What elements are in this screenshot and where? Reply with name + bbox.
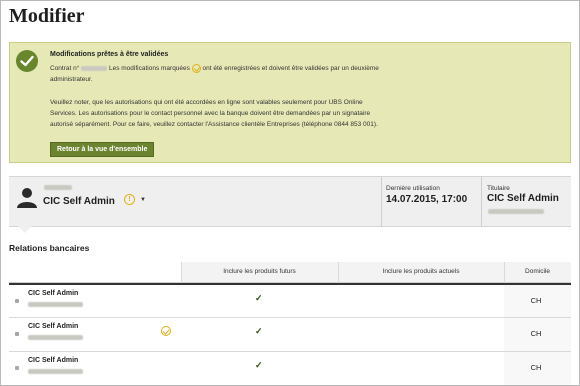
check-icon[interactable]: ✓ <box>255 293 263 304</box>
notice-disclaimer: Veuillez noter, que les autorisations qu… <box>50 97 470 130</box>
expand-icon[interactable] <box>15 366 19 370</box>
user-name[interactable]: CIC Self Admin <box>43 196 115 207</box>
check-icon[interactable]: ✓ <box>255 326 263 337</box>
success-notice: Modifications prêtes à être validées Con… <box>9 42 571 163</box>
table-header-future: Inclure les produits futurs <box>181 262 338 283</box>
last-use-value: 14.07.2015, 17:00 <box>386 194 468 205</box>
domicile-value: CH <box>530 296 542 305</box>
table-header-account <box>9 262 181 283</box>
table-header-domicile: Domicile <box>504 262 571 283</box>
column-separator <box>181 262 182 283</box>
expand-icon[interactable] <box>15 299 19 303</box>
domicile-value: CH <box>530 329 542 338</box>
person-icon <box>17 187 37 214</box>
column-separator <box>338 262 339 283</box>
check-icon <box>16 50 38 72</box>
check-icon[interactable]: ✓ <box>255 360 263 371</box>
user-id-redacted <box>44 185 72 190</box>
account-number-redacted <box>28 369 83 374</box>
holder-value: CIC Self Admin <box>487 193 559 204</box>
disclaimer-line3: autorisé séparément. Pour ce faire, veui… <box>50 121 378 128</box>
account-number-redacted <box>28 302 83 307</box>
warning-icon: ! <box>124 194 135 205</box>
contract-number-redacted <box>81 65 108 71</box>
holder-id-redacted <box>488 209 544 214</box>
pending-mark-icon <box>191 63 201 73</box>
table-row[interactable]: CIC Self Admin ✓ CH <box>9 351 571 385</box>
account-name: CIC Self Admin <box>28 323 79 330</box>
divider <box>481 177 482 226</box>
relations-table: Inclure les produits futurs Inclure les … <box>9 262 571 386</box>
notice-line1-end: ont été enregistrées et doivent être val… <box>202 65 379 72</box>
account-number-redacted <box>28 335 83 340</box>
holder-label: Titulaire <box>487 185 510 192</box>
marked-label: Les modifications marquées <box>108 65 190 72</box>
expand-icon[interactable] <box>15 332 19 336</box>
notice-line2: administrateur. <box>50 76 93 83</box>
table-row[interactable]: CIC Self Admin ✓ CH <box>9 317 571 351</box>
last-use-label: Dernière utilisation <box>386 185 440 192</box>
disclaimer-line2: Services. Les autorisations pour le cont… <box>50 110 371 117</box>
contract-label: Contrat n° <box>50 65 80 72</box>
back-to-overview-button[interactable]: Retour à la vue d'ensemble <box>50 142 155 157</box>
header-pointer <box>18 226 32 233</box>
account-name: CIC Self Admin <box>28 290 79 297</box>
account-name: CIC Self Admin <box>28 357 79 364</box>
page-title: Modifier <box>9 5 85 27</box>
notice-message: Contrat n° Les modifications marquées on… <box>50 63 450 85</box>
domicile-value: CH <box>530 363 542 372</box>
user-header: CIC Self Admin ! ▼ Dernière utilisation … <box>9 176 571 227</box>
table-header-current: Inclure les produits actuels <box>338 262 504 283</box>
table-row[interactable]: CIC Self Admin ✓ CH <box>9 283 571 318</box>
chevron-down-icon[interactable]: ▼ <box>140 197 146 203</box>
pending-mark-icon <box>161 326 171 336</box>
column-separator <box>504 262 505 283</box>
disclaimer-line1: Veuillez noter, que les autorisations qu… <box>50 99 363 106</box>
notice-title: Modifications prêtes à être validées <box>50 51 169 58</box>
section-title: Relations bancaires <box>9 243 90 253</box>
divider <box>381 177 382 226</box>
